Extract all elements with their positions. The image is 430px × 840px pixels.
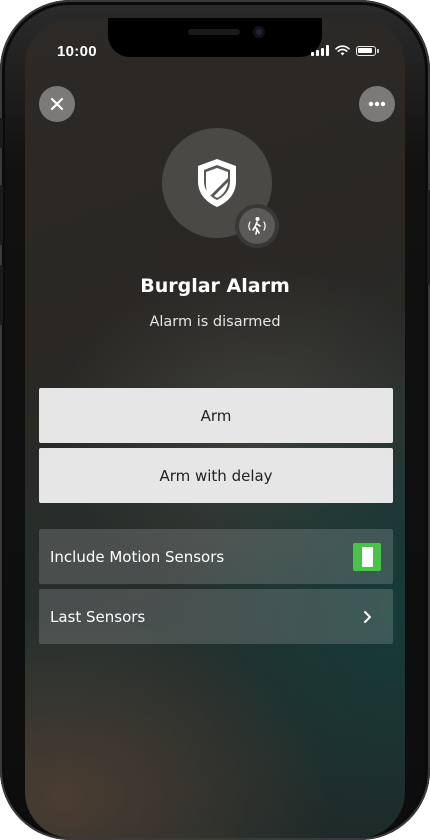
- front-camera: [253, 26, 265, 38]
- include-motion-sensors-toggle[interactable]: [353, 542, 381, 571]
- toggle-knob: [361, 546, 373, 567]
- close-icon: [50, 97, 64, 111]
- close-button[interactable]: [39, 86, 75, 122]
- include-motion-sensors-label: Include Motion Sensors: [50, 547, 225, 566]
- include-motion-sensors-row: Include Motion Sensors: [39, 529, 393, 584]
- device-title: Burglar Alarm: [140, 275, 290, 297]
- notch: [108, 18, 322, 57]
- more-options-button[interactable]: [359, 86, 395, 122]
- more-options-icon: [368, 101, 386, 107]
- phone-frame: 10:00 Burglar Alarm Alarm is disarmed Ar…: [0, 0, 430, 840]
- earpiece-speaker: [188, 29, 240, 35]
- chevron-right-icon: [364, 610, 371, 623]
- motion-sensor-badge: [235, 204, 279, 248]
- screen: 10:00 Burglar Alarm Alarm is disarmed Ar…: [25, 18, 405, 838]
- last-sensors-row[interactable]: Last Sensors: [39, 589, 393, 644]
- device-status: Alarm is disarmed: [149, 314, 281, 330]
- motion-sensor-badge-inner: [239, 208, 275, 244]
- cellular-signal-icon: [311, 45, 329, 56]
- volume-up-button: [0, 185, 3, 245]
- wifi-icon: [335, 45, 350, 56]
- motion-sensor-icon: [248, 217, 266, 235]
- arm-with-delay-button[interactable]: Arm with delay: [39, 448, 393, 503]
- status-icons: [311, 45, 379, 56]
- volume-down-button: [0, 265, 3, 325]
- last-sensors-label: Last Sensors: [50, 607, 146, 626]
- arm-button[interactable]: Arm: [39, 388, 393, 443]
- battery-icon: [356, 45, 379, 56]
- shield-icon: [198, 159, 236, 207]
- silent-switch: [0, 118, 3, 148]
- status-time: 10:00: [57, 43, 97, 60]
